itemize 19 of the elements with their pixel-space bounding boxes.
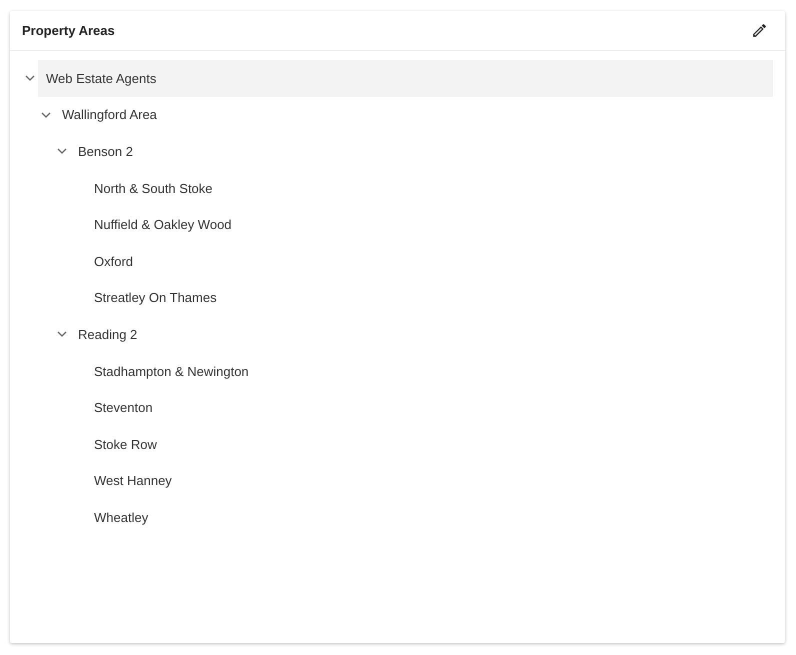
tree-item[interactable]: West Hanney: [86, 462, 773, 500]
tree-item[interactable]: Wallingford Area: [54, 96, 773, 134]
tree-item[interactable]: Stoke Row: [86, 426, 773, 463]
panel-title: Property Areas: [22, 23, 115, 38]
chevron-down-icon[interactable]: [25, 75, 35, 82]
tree-item[interactable]: Streatley On Thames: [86, 280, 773, 316]
tree-item[interactable]: Wheatley: [86, 499, 773, 536]
tree-item[interactable]: Nuffield & Oakley Wood: [86, 206, 773, 243]
tree-item[interactable]: North & South Stoke: [86, 170, 773, 206]
tree-item[interactable]: Benson 2: [70, 133, 773, 170]
chevron-down-icon[interactable]: [41, 112, 51, 118]
pencil-icon: [750, 22, 768, 39]
tree-item[interactable]: Oxford: [86, 242, 773, 280]
tree-item[interactable]: Web Estate Agents: [38, 60, 773, 97]
chevron-down-icon[interactable]: [57, 148, 67, 154]
tree-item[interactable]: Stadhampton & Newington: [86, 352, 773, 390]
tree-item[interactable]: Reading 2: [70, 316, 773, 353]
tree-item[interactable]: Steventon: [86, 389, 773, 426]
chevron-down-icon[interactable]: [57, 331, 67, 338]
